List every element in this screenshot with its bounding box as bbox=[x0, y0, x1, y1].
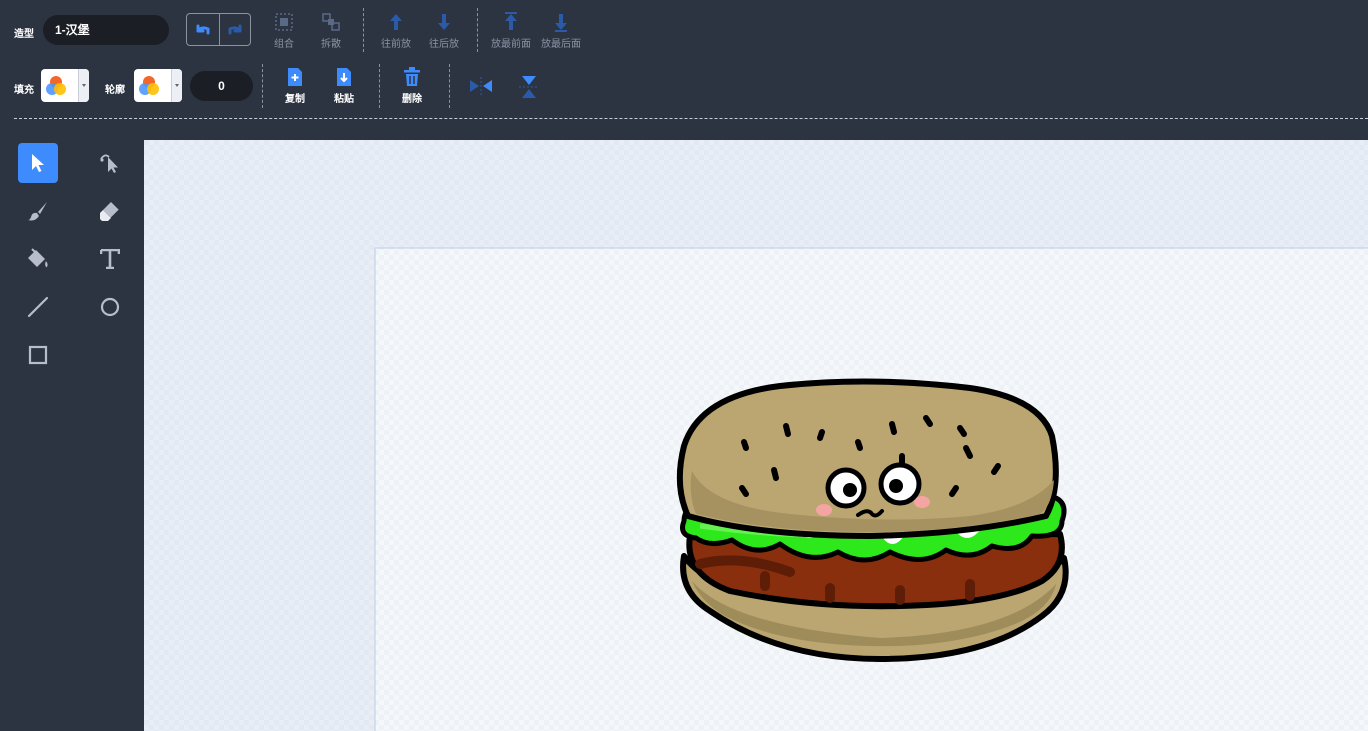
send-to-back-button[interactable]: 放最后面 bbox=[538, 12, 584, 50]
text-tool[interactable] bbox=[90, 239, 130, 279]
paint-bucket-icon bbox=[28, 248, 48, 268]
canvas-area[interactable] bbox=[144, 140, 1368, 731]
group-icon bbox=[275, 13, 293, 31]
reshape-tool[interactable] bbox=[90, 143, 130, 183]
redo-button[interactable] bbox=[220, 14, 250, 45]
rectangle-icon bbox=[28, 345, 48, 365]
line-tool[interactable] bbox=[18, 287, 58, 327]
color-mix-icon bbox=[46, 76, 66, 95]
delete-button[interactable]: 删除 bbox=[396, 67, 428, 105]
group-label: 组合 bbox=[274, 39, 294, 50]
ungroup-label: 拆散 bbox=[321, 39, 341, 50]
redo-icon bbox=[228, 24, 242, 34]
color-mix-icon bbox=[139, 76, 159, 95]
reshape-icon bbox=[100, 154, 118, 173]
text-icon bbox=[100, 249, 120, 269]
undo-redo-group bbox=[186, 13, 251, 46]
copy-button[interactable]: 复制 bbox=[279, 67, 311, 105]
group-button[interactable]: 组合 bbox=[268, 12, 300, 50]
backward-button[interactable]: 往后放 bbox=[426, 12, 462, 50]
copy-label: 复制 bbox=[285, 94, 305, 105]
costume-label: 造型 bbox=[14, 29, 34, 40]
trash-icon bbox=[404, 67, 420, 86]
arrow-down-icon bbox=[438, 14, 450, 30]
rectangle-tool[interactable] bbox=[18, 335, 58, 375]
paste-label: 粘贴 bbox=[334, 94, 354, 105]
bring-to-front-label: 放最前面 bbox=[491, 39, 531, 50]
flip-horizontal-icon bbox=[470, 77, 492, 97]
copy-icon bbox=[288, 68, 302, 86]
undo-icon bbox=[196, 24, 210, 34]
flip-vertical-button[interactable] bbox=[518, 74, 540, 100]
flip-horizontal-button[interactable] bbox=[468, 76, 494, 98]
fill-tool[interactable] bbox=[18, 239, 58, 279]
toolbar-divider-3 bbox=[262, 64, 263, 108]
outline-width-input[interactable]: 0 bbox=[190, 71, 253, 101]
fill-label: 填充 bbox=[14, 85, 34, 96]
toolbar-divider-5 bbox=[449, 64, 450, 108]
circle-icon bbox=[100, 297, 120, 317]
forward-label: 往前放 bbox=[381, 39, 411, 50]
outline-label: 轮廓 bbox=[105, 85, 125, 96]
eraser-tool[interactable] bbox=[90, 191, 130, 231]
paste-button[interactable]: 粘贴 bbox=[328, 67, 360, 105]
outline-color-picker[interactable] bbox=[134, 69, 182, 102]
toolbar-divider-2 bbox=[477, 8, 478, 52]
costume-name-input[interactable]: 1-汉堡 bbox=[43, 15, 169, 45]
flip-vertical-icon bbox=[519, 76, 539, 98]
brush-tool[interactable] bbox=[18, 191, 58, 231]
select-arrow-icon bbox=[32, 154, 44, 172]
send-to-back-label: 放最后面 bbox=[541, 39, 581, 50]
fill-dropdown-arrow-icon[interactable] bbox=[78, 69, 89, 102]
line-icon bbox=[27, 296, 49, 318]
ungroup-button[interactable]: 拆散 bbox=[315, 12, 347, 50]
arrow-up-icon bbox=[390, 14, 402, 30]
bring-front-icon bbox=[505, 12, 517, 30]
delete-label: 删除 bbox=[402, 94, 422, 105]
toolbar-divider-4 bbox=[379, 64, 380, 108]
bring-to-front-button[interactable]: 放最前面 bbox=[488, 12, 534, 50]
backward-label: 往后放 bbox=[429, 39, 459, 50]
circle-tool[interactable] bbox=[90, 287, 130, 327]
toolbar-divider-1 bbox=[363, 8, 364, 52]
eraser-icon bbox=[100, 202, 120, 221]
forward-button[interactable]: 往前放 bbox=[378, 12, 414, 50]
send-back-icon bbox=[555, 14, 567, 32]
toolbar-bottom-divider bbox=[14, 118, 1368, 119]
tool-palette bbox=[0, 140, 144, 731]
undo-button[interactable] bbox=[187, 14, 219, 45]
brush-icon bbox=[28, 202, 47, 221]
outline-dropdown-arrow-icon[interactable] bbox=[171, 69, 182, 102]
fill-color-picker[interactable] bbox=[41, 69, 89, 102]
hamburger-sprite[interactable] bbox=[670, 376, 1090, 676]
ungroup-icon bbox=[322, 13, 340, 31]
select-tool[interactable] bbox=[18, 143, 58, 183]
paste-icon bbox=[337, 68, 351, 86]
